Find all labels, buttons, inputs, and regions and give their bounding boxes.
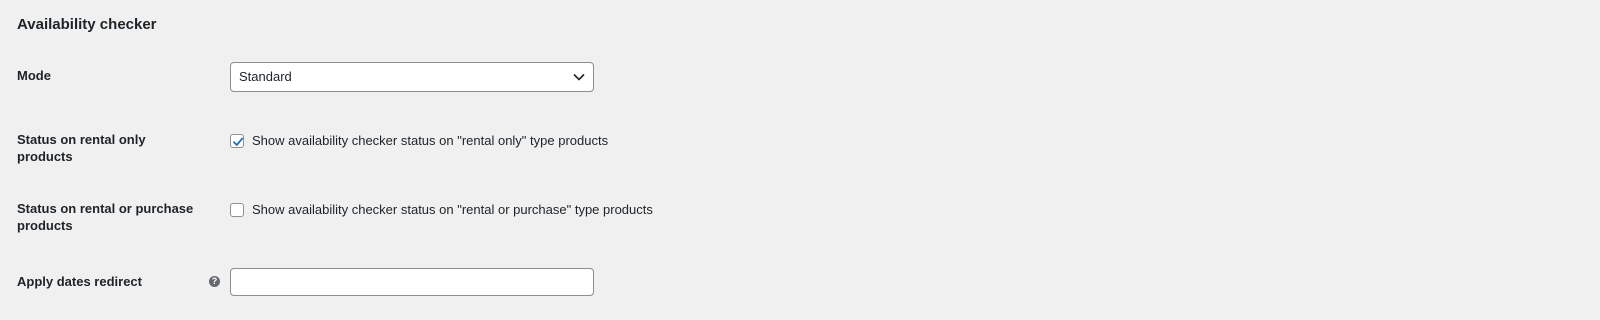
mode-select[interactable]: Standard [230,62,594,92]
apply-dates-redirect-label: Apply dates redirect [17,274,142,289]
availability-checker-settings: Availability checker Mode Standard Statu… [0,0,1600,320]
mode-label: Mode [17,68,51,83]
status-rental-only-checkbox[interactable] [230,133,244,148]
status-rental-or-purchase-checkbox[interactable] [230,202,244,217]
check-icon [233,137,244,146]
question-circle-icon[interactable]: ? [209,276,220,287]
status-rental-only-option[interactable]: Show availability checker status on "ren… [230,132,608,149]
status-rental-only-checkbox-label: Show availability checker status on "ren… [252,133,609,148]
status-rental-only-label: Status on rental only products [17,132,146,164]
apply-dates-redirect-input[interactable] [230,268,594,296]
mode-select-value: Standard [239,69,292,84]
chevron-down-icon [573,63,585,91]
status-rental-or-purchase-checkbox-label: Show availability checker status on "ren… [252,202,653,217]
status-rental-or-purchase-label: Status on rental or purchase products [17,201,194,233]
section-title: Availability checker [17,16,157,33]
status-rental-or-purchase-option[interactable]: Show availability checker status on "ren… [230,201,653,218]
